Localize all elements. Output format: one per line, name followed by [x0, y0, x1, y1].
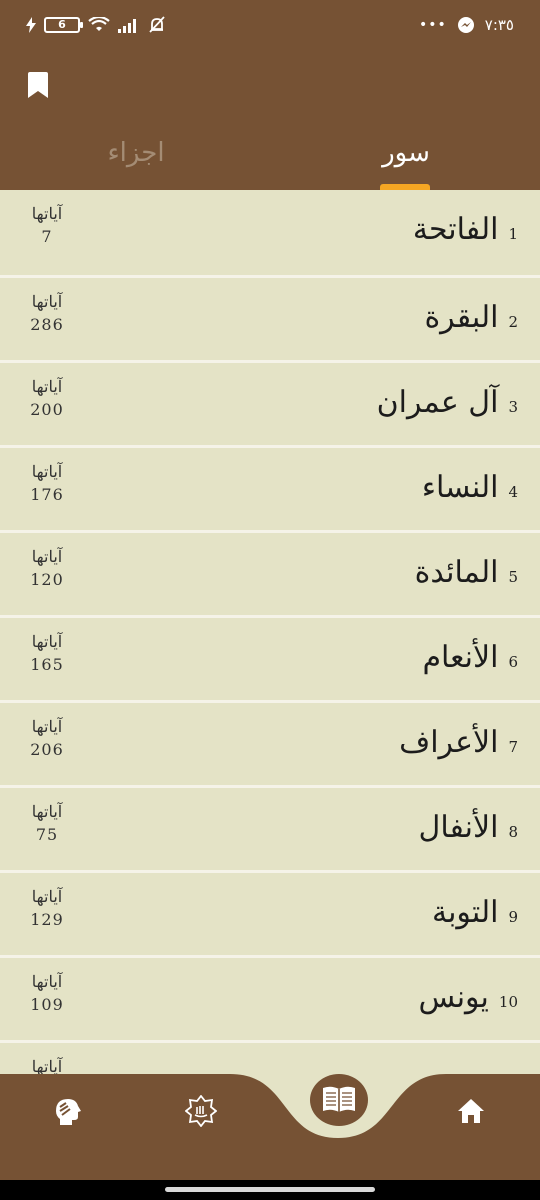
signal-icon: [118, 19, 136, 33]
surah-name: البقرة: [424, 300, 499, 335]
ayat-info: آياتها 200: [22, 377, 72, 419]
ayat-info: آياتها 129: [22, 887, 72, 929]
ayat-label: آياتها: [31, 887, 63, 906]
tab-juz[interactable]: اجزاء: [96, 138, 176, 168]
surah-number: 3: [508, 398, 518, 416]
nav-talk[interactable]: [52, 1094, 86, 1128]
list-item[interactable]: 5 المائدة آياتها 120: [0, 530, 540, 615]
ayat-info: آياتها 109: [22, 972, 72, 1014]
more-notifications-icon: •••: [418, 17, 447, 33]
list-item[interactable]: 1 الفاتحة آياتها 7: [0, 190, 540, 275]
surah-number: 2: [508, 313, 518, 331]
allah-emblem-icon: [185, 1095, 217, 1127]
bottom-nav: [0, 1074, 540, 1180]
ayat-label: آياتها: [31, 377, 63, 396]
charging-icon: [26, 17, 36, 33]
list-item[interactable]: 6 الأنعام آياتها 165: [0, 615, 540, 700]
ayat-count: 129: [30, 910, 64, 929]
nav-quran[interactable]: [310, 1074, 368, 1126]
tab-surahs[interactable]: سور: [374, 138, 438, 168]
ayat-info: آياتها 286: [22, 292, 72, 334]
ayat-info: آياتها 7: [22, 204, 72, 246]
ayat-label: آياتها: [31, 204, 63, 223]
surah-name: الأنعام: [422, 640, 499, 675]
ayat-count: 200: [30, 400, 64, 419]
surah-title: 10 يونس: [418, 980, 518, 1015]
nav-home[interactable]: [454, 1094, 488, 1128]
list-item[interactable]: 3 آل عمران آياتها 200: [0, 360, 540, 445]
list-item[interactable]: 9 التوبة آياتها 129: [0, 870, 540, 955]
quran-book-icon: [323, 1086, 355, 1112]
bookmark-icon[interactable]: [28, 72, 48, 98]
battery-icon: 6: [44, 17, 83, 33]
status-icons-left: 6: [26, 16, 166, 34]
surah-number: 1: [508, 225, 518, 243]
app-header: سور اجزاء: [0, 56, 540, 190]
list-item[interactable]: 8 الأنفال آياتها 75: [0, 785, 540, 870]
ayat-count: 206: [30, 740, 64, 759]
surah-number: 6: [508, 653, 518, 671]
surah-number: 10: [498, 993, 518, 1011]
surah-name: المائدة: [414, 555, 499, 590]
ayat-info: آياتها 165: [22, 632, 72, 674]
surah-list[interactable]: 1 الفاتحة آياتها 7 2 البقرة آياتها 286 3…: [0, 190, 540, 1076]
home-icon: [458, 1099, 484, 1123]
home-indicator[interactable]: [165, 1187, 375, 1192]
list-item[interactable]: 4 النساء آياتها 176: [0, 445, 540, 530]
list-item[interactable]: 7 الأعراف آياتها 206: [0, 700, 540, 785]
surah-title: 4 النساء: [422, 470, 518, 505]
list-item[interactable]: 10 يونس آياتها 109: [0, 955, 540, 1040]
surah-name: آل عمران: [376, 385, 499, 420]
ayat-info: آياتها 176: [22, 462, 72, 504]
ayat-count: 165: [30, 655, 64, 674]
messenger-icon: [457, 17, 474, 33]
ayat-count: 7: [41, 227, 53, 246]
ayat-count: 75: [35, 825, 59, 844]
clock: ٧:٣٥: [484, 16, 514, 34]
surah-name: الأنفال: [418, 810, 499, 845]
ayat-count: 176: [30, 485, 64, 504]
ayat-label: آياتها: [31, 717, 63, 736]
ayat-info: آياتها 206: [22, 717, 72, 759]
ayat-count: 109: [30, 995, 64, 1014]
ayat-info: آياتها 120: [22, 547, 72, 589]
surah-name: الفاتحة: [412, 212, 499, 247]
ayat-label: آياتها: [31, 462, 63, 481]
surah-number: 4: [508, 483, 518, 501]
wifi-icon: [88, 17, 110, 31]
surah-number: 7: [508, 738, 518, 756]
ayat-label: آياتها: [31, 547, 63, 566]
ayat-label: آياتها: [31, 632, 63, 651]
surah-name: التوبة: [431, 895, 499, 930]
ayat-label: آياتها: [31, 802, 63, 821]
surah-title: 8 الأنفال: [419, 810, 518, 845]
mute-notification-icon: [149, 16, 165, 33]
nav-allah[interactable]: [184, 1094, 218, 1128]
surah-title: 2 البقرة: [424, 300, 518, 335]
surah-title: 9 التوبة: [432, 895, 518, 930]
battery-level: 6: [58, 18, 66, 31]
ayat-label: آياتها: [31, 292, 63, 311]
surah-name: الأعراف: [399, 725, 499, 760]
system-gesture-bar: [0, 1180, 540, 1200]
surah-title: 1 الفاتحة: [413, 212, 518, 247]
surah-title: 6 الأنعام: [422, 640, 518, 675]
surah-number: 9: [508, 908, 518, 926]
list-item[interactable]: آياتها: [0, 1040, 540, 1076]
surah-number: 5: [508, 568, 518, 586]
surah-name: يونس: [418, 980, 489, 1015]
ayat-count: 286: [30, 315, 64, 334]
surah-title: 5 المائدة: [415, 555, 518, 590]
ayat-count: 120: [30, 570, 64, 589]
status-bar: 6 ••• ٧:٣٥: [0, 0, 540, 56]
ayat-info: آياتها 75: [22, 802, 72, 844]
talking-head-icon: [56, 1099, 81, 1125]
status-icons-right: ••• ٧:٣٥: [419, 16, 514, 34]
surah-number: 8: [508, 823, 518, 841]
surah-title: 3 آل عمران: [377, 385, 518, 420]
surah-title: 7 الأعراف: [399, 725, 518, 760]
ayat-label: آياتها: [31, 972, 63, 991]
surah-name: النساء: [421, 470, 499, 505]
list-item[interactable]: 2 البقرة آياتها 286: [0, 275, 540, 360]
